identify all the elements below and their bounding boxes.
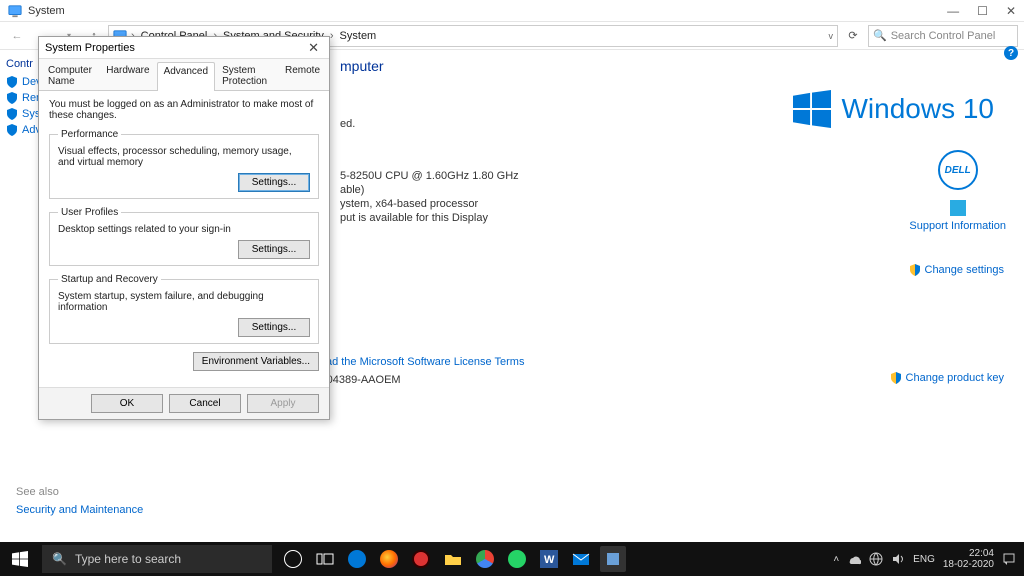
system-tray: ˄ ENG 22:04 18-02-2020 (833, 548, 1024, 570)
dialog-close-button[interactable]: ✕ (304, 40, 323, 56)
user-profiles-settings-button[interactable]: Settings... (238, 240, 310, 259)
environment-variables-button[interactable]: Environment Variables... (193, 352, 319, 371)
change-product-key-link[interactable]: Change product key (890, 372, 1004, 384)
tab-remote[interactable]: Remote (278, 61, 327, 90)
user-profiles-desc: Desktop settings related to your sign-in (58, 224, 310, 235)
taskbar-search-placeholder: Type here to search (75, 552, 181, 566)
license-link[interactable]: Read the Microsoft Software License Term… (312, 356, 525, 368)
shield-icon (909, 264, 921, 276)
performance-group: Performance Visual effects, processor sc… (49, 129, 319, 199)
refresh-button[interactable]: ⟳ (842, 29, 864, 42)
clock-time: 22:04 (943, 548, 994, 559)
security-maintenance-link[interactable]: Security and Maintenance (16, 504, 143, 516)
clock-date: 18-02-2020 (943, 559, 994, 570)
dialog-title: System Properties (45, 42, 135, 54)
notifications-icon[interactable] (1002, 552, 1016, 566)
search-icon: 🔍 (52, 552, 67, 566)
chrome-icon[interactable] (472, 546, 498, 572)
opera-icon[interactable] (408, 546, 434, 572)
task-view-icon[interactable] (312, 546, 338, 572)
tab-hardware[interactable]: Hardware (99, 61, 156, 90)
system-properties-dialog: System Properties ✕ Computer Name Hardwa… (38, 36, 330, 420)
maximize-button[interactable]: ☐ (977, 4, 988, 18)
cortana-icon[interactable] (280, 546, 306, 572)
search-placeholder: Search Control Panel (891, 30, 996, 42)
system-icon (8, 4, 22, 18)
see-also-label: See also (16, 486, 143, 498)
edge-icon[interactable] (344, 546, 370, 572)
ram-line: able) (340, 184, 1004, 196)
support-icon (950, 200, 966, 216)
minimize-button[interactable]: — (947, 4, 959, 18)
search-input[interactable]: 🔍 Search Control Panel (868, 25, 1018, 47)
tab-computer-name[interactable]: Computer Name (41, 61, 99, 90)
file-explorer-icon[interactable] (440, 546, 466, 572)
see-also: See also Security and Maintenance (16, 486, 143, 516)
cancel-button[interactable]: Cancel (169, 394, 241, 413)
user-profiles-legend: User Profiles (58, 207, 121, 218)
ok-button[interactable]: OK (91, 394, 163, 413)
windows-logo-icon (12, 551, 28, 567)
breadcrumb-dropdown[interactable]: v (825, 31, 834, 41)
close-button[interactable]: ✕ (1006, 4, 1016, 18)
firefox-icon[interactable] (376, 546, 402, 572)
pen-line: put is available for this Display (340, 212, 1004, 224)
start-button[interactable] (0, 542, 40, 576)
dialog-tabs: Computer Name Hardware Advanced System P… (39, 59, 329, 91)
tray-chevron-icon[interactable]: ˄ (833, 554, 839, 565)
network-icon[interactable] (869, 552, 883, 566)
mail-icon[interactable] (568, 546, 594, 572)
windows-logo-icon (793, 90, 831, 128)
performance-settings-button[interactable]: Settings... (238, 173, 310, 192)
support-link[interactable]: Support Information (909, 220, 1006, 232)
svg-text:W: W (544, 554, 555, 566)
onedrive-icon[interactable] (847, 552, 861, 566)
shield-icon (890, 372, 902, 384)
oem-brand: DELL Support Information (909, 150, 1006, 232)
apply-button[interactable]: Apply (247, 394, 319, 413)
cpu-line: 5-8250U CPU @ 1.60GHz 1.80 GHz (340, 170, 1004, 182)
clock[interactable]: 22:04 18-02-2020 (943, 548, 994, 570)
dell-logo-icon: DELL (938, 150, 978, 190)
window-title: System (28, 5, 947, 17)
window-titlebar: System — ☐ ✕ (0, 0, 1024, 22)
page-title: mputer (340, 58, 1004, 74)
app-icon[interactable] (600, 546, 626, 572)
startup-recovery-settings-button[interactable]: Settings... (238, 318, 310, 337)
word-icon[interactable]: W (536, 546, 562, 572)
startup-recovery-group: Startup and Recovery System startup, sys… (49, 274, 319, 344)
startup-recovery-desc: System startup, system failure, and debu… (58, 291, 310, 313)
change-settings-link[interactable]: Change settings (909, 264, 1005, 276)
back-button[interactable]: ← (6, 25, 28, 47)
tab-system-protection[interactable]: System Protection (215, 61, 278, 90)
tab-advanced[interactable]: Advanced (157, 62, 215, 91)
volume-icon[interactable] (891, 552, 905, 566)
performance-legend: Performance (58, 129, 121, 140)
startup-recovery-legend: Startup and Recovery (58, 274, 161, 285)
taskbar-search[interactable]: 🔍 Type here to search (42, 545, 272, 573)
search-icon: 🔍 (873, 29, 887, 42)
windows-brand-text: Windows 10 (841, 93, 994, 125)
taskbar: 🔍 Type here to search W ˄ ENG 22:04 18-0… (0, 542, 1024, 576)
windows-brand: Windows 10 (793, 90, 994, 128)
whatsapp-icon[interactable] (504, 546, 530, 572)
language-indicator[interactable]: ENG (913, 554, 935, 565)
user-profiles-group: User Profiles Desktop settings related t… (49, 207, 319, 266)
admin-note: You must be logged on as an Administrato… (49, 99, 319, 121)
performance-desc: Visual effects, processor scheduling, me… (58, 146, 310, 168)
type-line: ystem, x64-based processor (340, 198, 1004, 210)
crumb-system[interactable]: System (338, 30, 379, 42)
